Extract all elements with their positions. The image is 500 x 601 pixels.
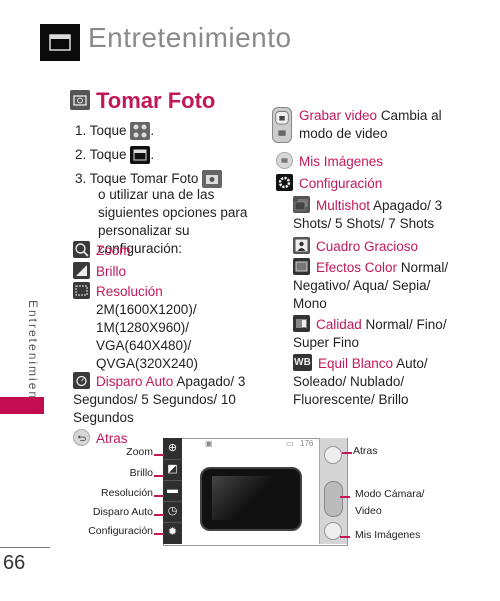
resolution-value: VGA(640X480)/ <box>96 338 192 353</box>
clapperboard-icon <box>40 24 80 61</box>
camera-video-mode-switch[interactable] <box>324 481 343 517</box>
side-tab-marker <box>0 397 44 414</box>
clapperboard-icon <box>130 146 151 165</box>
option-label: Mis Imágenes <box>299 154 384 169</box>
callout-line <box>154 533 164 535</box>
phone-screen <box>212 476 276 520</box>
step-2: 2. Toque . <box>75 146 155 165</box>
storage-status-icon: ▣ <box>205 439 213 448</box>
config-efectos-color: Efectos Color Normal/ Negativo/ Aqua/ Se… <box>293 258 463 313</box>
page-title: Entretenimiento <box>88 22 292 53</box>
step-number: 2. <box>75 147 87 162</box>
option-resolucion: Resolución 2M(1600X1200)/ 1M(1280X960)/ … <box>73 282 198 373</box>
config-calidad: Calidad Normal/ Fino/ Super Fino <box>293 315 463 352</box>
config-label: Efectos Color <box>316 260 398 275</box>
resolution-value: 2M(1600X1200)/ <box>96 302 197 317</box>
resolution-value: 1M(1280X960)/ <box>96 320 190 335</box>
callout-line <box>154 475 164 477</box>
shot-count: 176 <box>300 439 314 448</box>
resolution-value: QVGA(320X240) <box>96 356 199 371</box>
step-punct: . <box>150 123 155 138</box>
step-number: 1. <box>75 123 87 138</box>
resolution-icon <box>73 282 90 300</box>
frame-icon <box>293 237 310 255</box>
callout-line <box>340 536 350 538</box>
config-equil-blanco: WB Equil Blanco Auto/ Soleado/ Nublado/ F… <box>293 354 463 409</box>
callout-atras: Atras <box>353 445 378 457</box>
config-label: Cuadro Gracioso <box>316 239 419 254</box>
callout-line <box>342 452 352 454</box>
back-icon <box>73 429 90 447</box>
settings-button[interactable]: ✹ <box>163 522 182 543</box>
callout-zoom: Zoom <box>126 446 153 458</box>
section-title-text: Tomar Foto <box>96 88 216 113</box>
option-configuracion: Configuración <box>276 174 383 193</box>
timer-icon <box>73 372 90 390</box>
option-label: Atras <box>96 431 128 446</box>
zoom-button[interactable]: ⊕ <box>163 438 182 460</box>
section-title: Tomar Foto <box>70 88 215 114</box>
option-label: Configuración <box>299 176 383 191</box>
divider <box>0 547 50 548</box>
camera-icon <box>202 170 223 189</box>
callout-resolucion: Resolución <box>101 487 153 499</box>
side-tab-label: Entretenimiento <box>22 300 42 414</box>
multishot-icon <box>293 196 310 214</box>
config-multishot: Multishot Apagado/ 3 Shots/ 5 Shots/ 7 S… <box>293 196 463 233</box>
config-label: Calidad <box>316 317 362 332</box>
resolution-values: 2M(1600X1200)/ 1M(1280X960)/ VGA(640X480… <box>73 301 198 373</box>
phone-preview-image <box>200 467 302 531</box>
gallery-icon <box>276 152 293 170</box>
config-cuadro-gracioso: Cuadro Gracioso <box>293 237 419 256</box>
gear-icon <box>276 174 293 192</box>
step-1: 1. Toque . <box>75 122 155 141</box>
callout-line <box>154 454 164 456</box>
battery-status-icon: ▭ <box>286 439 294 448</box>
option-disparo-auto: Disparo Auto Apagado/ 3 Segundos/ 5 Segu… <box>73 372 278 427</box>
step-text: Toque <box>89 147 127 162</box>
config-label: Equil Blanco <box>318 356 394 371</box>
option-atras: Atras <box>73 429 128 448</box>
camera-left-toolbar: ⊕ ◩ ▬ ◷ ✹ <box>163 438 182 544</box>
step-number: 3. <box>75 171 87 186</box>
config-label: Multishot <box>316 198 371 213</box>
option-label: Zoom <box>96 243 131 258</box>
step-punct: . <box>150 147 155 162</box>
brightness-icon <box>73 262 90 280</box>
brightness-button[interactable]: ◩ <box>163 459 182 481</box>
timer-button[interactable]: ◷ <box>163 501 182 523</box>
callout-mis-imagenes: Mis Imágenes <box>355 529 421 541</box>
back-button[interactable] <box>324 446 342 464</box>
callout-configuracion: Configuración <box>88 525 153 537</box>
step-bold-text: Tomar Foto <box>130 171 199 186</box>
zoom-icon <box>73 241 90 259</box>
option-label: Resolución <box>96 284 163 299</box>
page-number: 66 <box>3 552 26 574</box>
camera-icon <box>70 90 90 110</box>
option-label: Grabar video <box>299 108 378 123</box>
camera-video-switch-icon <box>272 107 292 143</box>
step-text: Toque <box>89 171 127 186</box>
option-label: Disparo Auto <box>96 374 174 389</box>
option-zoom: Zoom <box>73 241 131 260</box>
color-effects-icon <box>293 258 310 276</box>
camera-right-toolbar <box>319 438 347 544</box>
callout-line <box>154 495 164 497</box>
callout-line <box>154 514 164 516</box>
option-label: Brillo <box>96 264 127 279</box>
option-grabar-video: Grabar video Cambia al modo de video <box>272 107 462 143</box>
callout-line <box>340 496 350 498</box>
apps-grid-icon <box>130 122 151 141</box>
callout-disparo-auto: Disparo Auto <box>92 506 153 518</box>
callout-video: Video <box>355 505 382 517</box>
callout-brillo: Brillo <box>129 467 153 479</box>
option-brillo: Brillo <box>73 262 127 281</box>
option-mis-imagenes: Mis Imágenes <box>276 152 384 171</box>
callout-modo-camara: Modo Cámara/ <box>355 488 425 500</box>
step-text: Toque <box>89 123 127 138</box>
resolution-button[interactable]: ▬ <box>163 480 182 502</box>
white-balance-icon: WB <box>293 354 312 372</box>
quality-icon <box>293 315 310 333</box>
